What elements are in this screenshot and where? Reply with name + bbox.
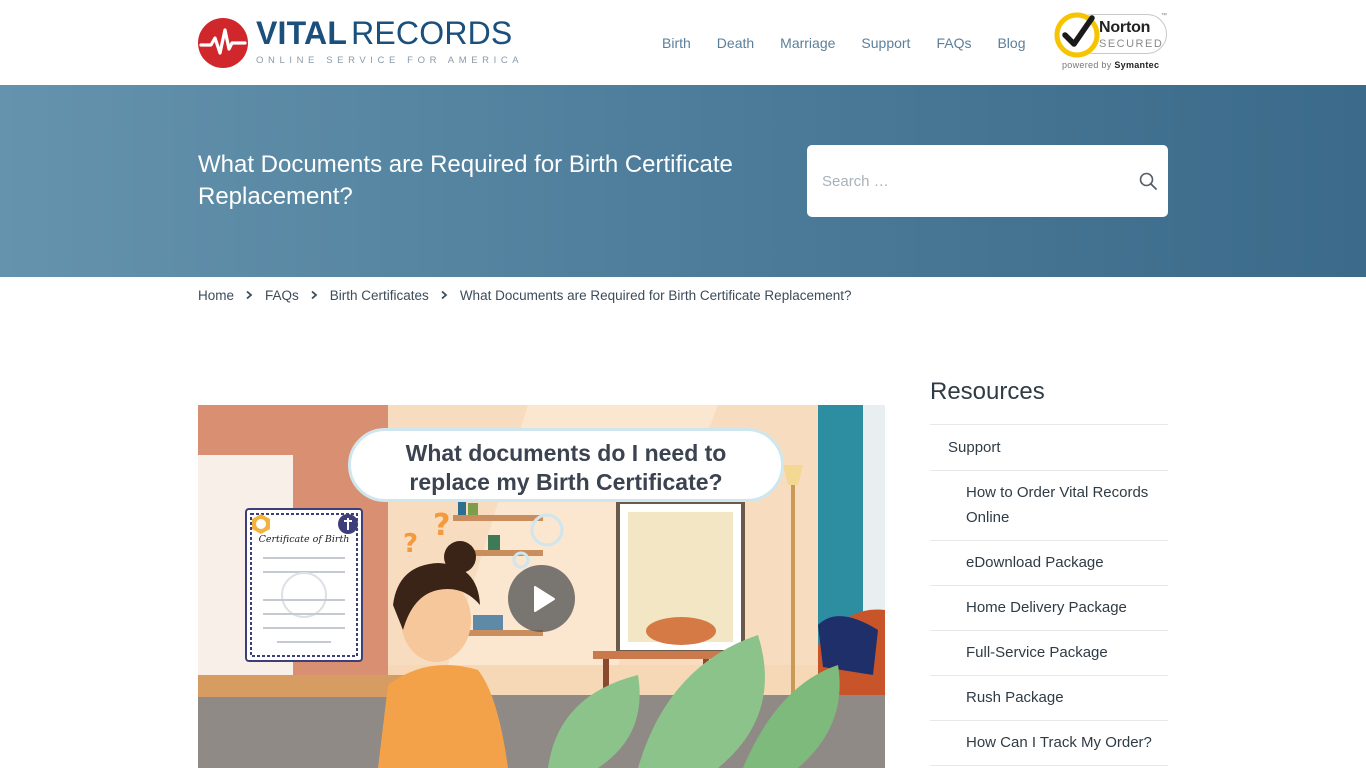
video-play-button[interactable]: [508, 565, 575, 632]
resources-list: Support How to Order Vital Records Onlin…: [930, 424, 1168, 766]
breadcrumb-home[interactable]: Home: [198, 288, 234, 303]
brand-title: VITAL RECORDS: [256, 16, 512, 50]
sidebar-item-track-order[interactable]: How Can I Track My Order?: [930, 721, 1168, 765]
norton-name: Norton: [1099, 19, 1151, 36]
nav-item-blog[interactable]: Blog: [997, 33, 1025, 53]
list-item: How to Order Vital Records Online: [930, 471, 1168, 541]
norton-powered-by: powered by Symantec: [1062, 60, 1159, 70]
birth-certificate-illustration: Certificate of Birth: [245, 508, 363, 662]
brand-tagline: ONLINE SERVICE FOR AMERICA: [256, 55, 524, 66]
search-input[interactable]: [807, 145, 1127, 217]
heartbeat-logo-icon: [198, 18, 248, 68]
video-question-bubble: What documents do I need to replace my B…: [348, 428, 784, 502]
list-item: eDownload Package: [930, 541, 1168, 586]
breadcrumb-current: What Documents are Required for Birth Ce…: [459, 287, 852, 303]
video-question-line-1: What documents do I need to: [405, 440, 727, 466]
video-player[interactable]: ? ? What documents do I need to replace …: [198, 405, 885, 768]
search-form: [807, 145, 1168, 217]
svg-text:?: ?: [433, 508, 450, 543]
sidebar-item-edownload-package[interactable]: eDownload Package: [930, 541, 1168, 585]
main-nav: Birth Death Marriage Support FAQs Blog: [662, 33, 1026, 53]
norton-vendor: Symantec: [1114, 60, 1160, 70]
sidebar-item-full-service-package[interactable]: Full-Service Package: [930, 631, 1168, 675]
list-item: Home Delivery Package: [930, 586, 1168, 631]
resources-sidebar: Resources Support How to Order Vital Rec…: [930, 376, 1168, 766]
breadcrumb-birth-certificates[interactable]: Birth Certificates: [330, 288, 429, 303]
svg-text:?: ?: [403, 529, 418, 559]
sidebar-item-support[interactable]: Support: [930, 425, 1168, 470]
list-item: Full-Service Package: [930, 631, 1168, 676]
norton-trademark: ™: [1161, 13, 1167, 19]
vital-records-logo[interactable]: VITAL RECORDS ONLINE SERVICE FOR AMERICA: [198, 16, 519, 72]
play-icon: [534, 586, 555, 612]
sidebar-item-how-to-order[interactable]: How to Order Vital Records Online: [930, 471, 1168, 540]
brand-title-light: RECORDS: [351, 15, 513, 51]
list-item: Support: [930, 425, 1168, 471]
chevron-right-icon: [311, 290, 318, 300]
brand-title-bold: VITAL: [256, 15, 348, 51]
nav-item-birth[interactable]: Birth: [662, 33, 691, 53]
site-header: VITAL RECORDS ONLINE SERVICE FOR AMERICA …: [0, 0, 1366, 85]
norton-checkmark-icon: [1054, 12, 1100, 58]
sidebar-item-home-delivery-package[interactable]: Home Delivery Package: [930, 586, 1168, 630]
nav-item-support[interactable]: Support: [861, 33, 910, 53]
chevron-right-icon: [246, 290, 253, 300]
norton-powered-by-text: powered by: [1062, 60, 1112, 70]
page-title: What Documents are Required for Birth Ce…: [198, 151, 733, 210]
page-hero: What Documents are Required for Birth Ce…: [0, 85, 1366, 277]
chevron-right-icon: [441, 290, 448, 300]
certificate-badge-right-icon: [338, 514, 358, 534]
nav-item-death[interactable]: Death: [717, 33, 754, 53]
nav-item-marriage[interactable]: Marriage: [780, 33, 835, 53]
sidebar-title: Resources: [930, 378, 1045, 405]
norton-secured-label: SECURED: [1099, 38, 1164, 50]
nav-item-faqs[interactable]: FAQs: [936, 33, 971, 53]
list-item: How Can I Track My Order?: [930, 721, 1168, 766]
search-icon[interactable]: [1138, 171, 1158, 191]
certificate-badge-left-icon: [252, 514, 270, 534]
norton-secured-badge[interactable]: Norton SECURED ™ powered by Symantec: [1053, 10, 1169, 72]
list-item: Rush Package: [930, 676, 1168, 721]
breadcrumb-faqs[interactable]: FAQs: [265, 288, 299, 303]
sidebar-item-rush-package[interactable]: Rush Package: [930, 676, 1168, 720]
video-question-line-2: replace my Birth Certificate?: [409, 469, 723, 495]
breadcrumb: Home FAQs Birth Certificates What Docume…: [198, 286, 851, 304]
